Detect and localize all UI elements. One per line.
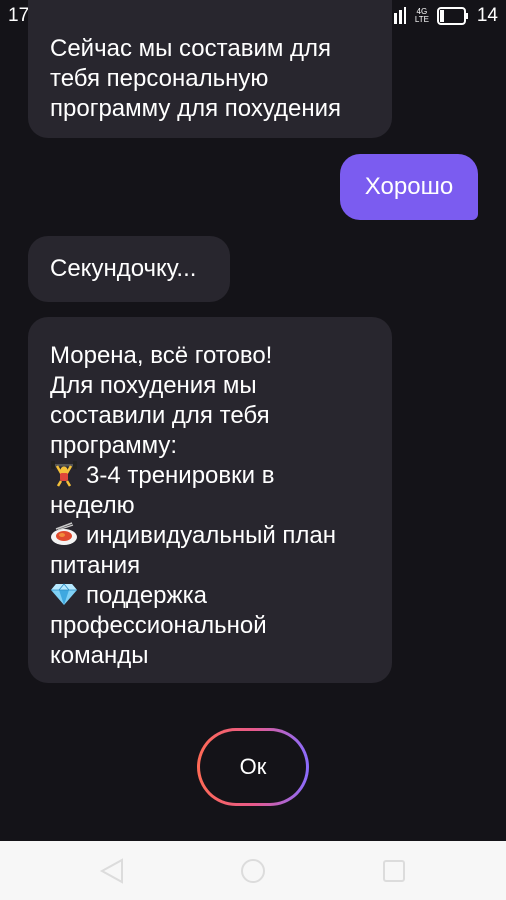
ok-button-inner[interactable]: Ок bbox=[200, 731, 306, 803]
message-line: команды bbox=[50, 642, 149, 669]
program-item-support: поддержка bbox=[50, 581, 370, 611]
user-message: Хорошо bbox=[340, 154, 478, 220]
program-item-nutrition: индивидуальный план bbox=[50, 521, 370, 551]
network-lte: LTE bbox=[414, 15, 429, 24]
bot-message-program: Морена, всё готово! Для похудения мы сос… bbox=[28, 317, 392, 683]
ok-button[interactable]: Ок bbox=[197, 728, 309, 806]
message-line: Морена, всё готово! bbox=[50, 342, 273, 369]
bot-message: Сейчас мы составим для тебя персональную… bbox=[28, 0, 392, 138]
workouts-text: 3-4 тренировки в bbox=[86, 462, 275, 489]
program-item-workouts: 3-4 тренировки в bbox=[50, 461, 370, 491]
food-plate-icon bbox=[51, 522, 77, 545]
message-text: Хорошо bbox=[364, 173, 454, 200]
home-icon[interactable] bbox=[239, 857, 267, 885]
navigation-bar bbox=[0, 841, 506, 900]
bot-message: Секундочку... bbox=[28, 236, 230, 302]
recents-icon[interactable] bbox=[380, 857, 408, 885]
message-line: программу: bbox=[50, 432, 178, 459]
weightlifter-icon bbox=[51, 461, 77, 487]
message-line: программу для похудения bbox=[50, 95, 342, 122]
message-line: питания bbox=[50, 552, 141, 579]
battery-icon bbox=[436, 7, 468, 25]
ok-button-label: Ок bbox=[239, 754, 267, 779]
message-text: Секундочку... bbox=[50, 255, 197, 282]
diamond-icon bbox=[51, 583, 77, 605]
message-line: тебя персональную bbox=[50, 65, 269, 92]
nutrition-text: индивидуальный план bbox=[86, 522, 336, 549]
message-line: Для похудения мы bbox=[50, 372, 257, 399]
message-line: профессиональной bbox=[50, 612, 267, 639]
battery-level: 14 bbox=[476, 5, 498, 26]
network-type: 4G LTE bbox=[415, 8, 429, 24]
message-line: неделю bbox=[50, 492, 135, 519]
message-line: Сейчас мы составим для bbox=[50, 35, 332, 62]
message-line: составили для тебя bbox=[50, 402, 270, 429]
back-icon[interactable] bbox=[98, 857, 126, 885]
support-text: поддержка bbox=[86, 582, 207, 609]
